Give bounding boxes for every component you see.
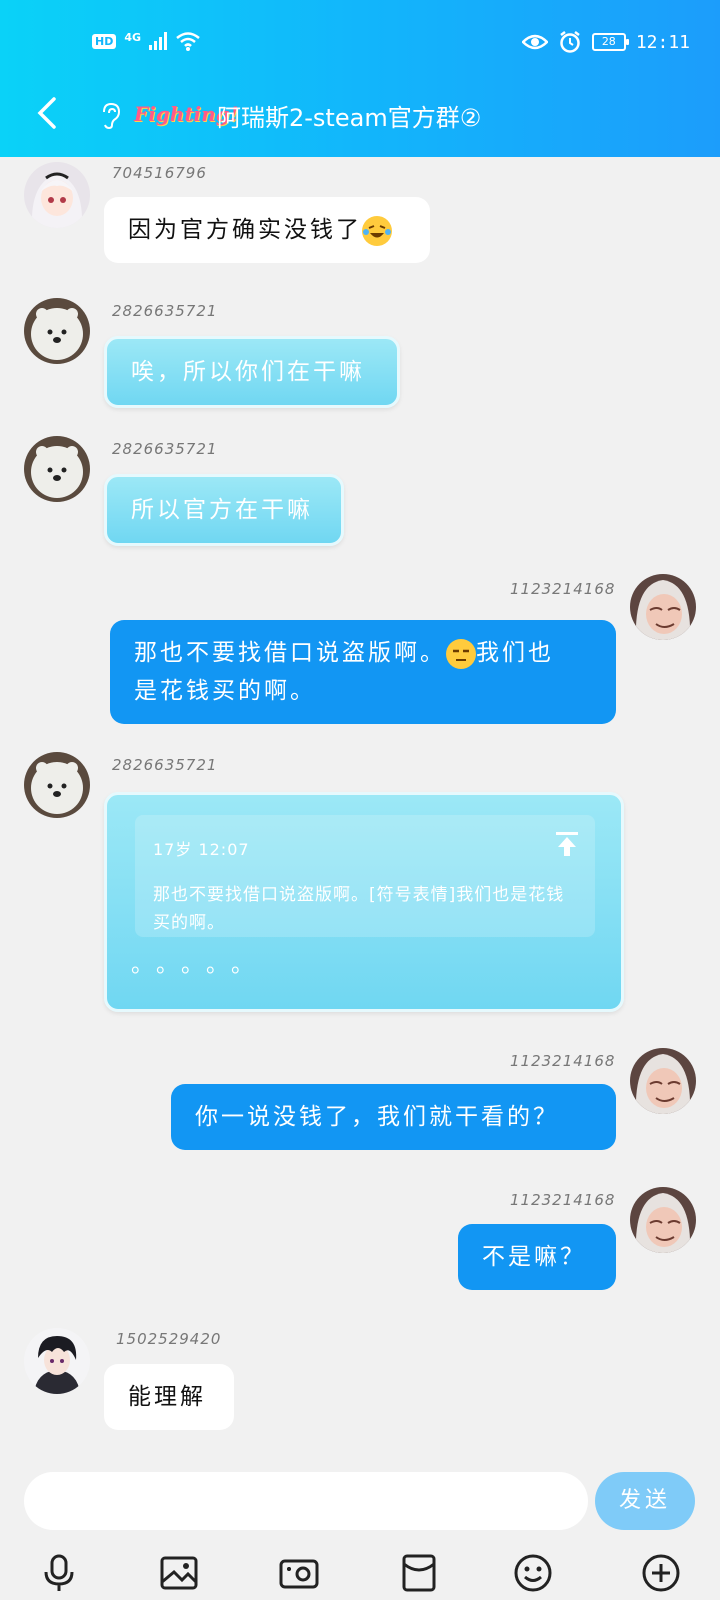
microphone-icon bbox=[44, 1554, 74, 1591]
eye-icon bbox=[521, 34, 548, 50]
header-bar: HD 4G 28 12:11 Fighting! 阿瑞斯2-steam官方群② bbox=[0, 0, 720, 157]
sender-id: 704516796 bbox=[112, 164, 207, 182]
hooded-figure-avatar-icon bbox=[630, 574, 696, 640]
sender-id: 1123214168 bbox=[510, 1052, 616, 1070]
message-text: 。。。。。 bbox=[131, 953, 268, 978]
avatar[interactable] bbox=[630, 1048, 696, 1114]
message-text: 能理解 bbox=[128, 1384, 206, 1410]
sender-id: 2826635721 bbox=[112, 756, 218, 774]
avatar[interactable] bbox=[24, 752, 90, 818]
message-text: 所以官方在干嘛 bbox=[131, 497, 313, 523]
message-text: 我们也 bbox=[476, 640, 554, 666]
jump-to-message-icon[interactable] bbox=[555, 831, 579, 857]
anime-girl-avatar-icon bbox=[24, 162, 90, 228]
image-icon bbox=[160, 1556, 198, 1590]
network-type: 4G bbox=[124, 30, 142, 44]
back-button[interactable] bbox=[32, 96, 62, 136]
emoji-button[interactable] bbox=[512, 1552, 554, 1594]
camera-button[interactable] bbox=[278, 1552, 320, 1594]
red-packet-button[interactable] bbox=[398, 1552, 440, 1594]
polar-bear-avatar-icon bbox=[24, 298, 90, 364]
toolbar bbox=[0, 1552, 720, 1594]
quote-text: 那也不要找借口说盗版啊。[符号表情]我们也是花钱买的啊。 bbox=[153, 885, 565, 933]
microphone-button[interactable] bbox=[38, 1552, 80, 1594]
reply-bubble[interactable]: 17岁 12:07 那也不要找借口说盗版啊。[符号表情]我们也是花钱买的啊。 。… bbox=[104, 792, 624, 1012]
message-text: 不是嘛？ bbox=[482, 1244, 586, 1270]
laughing-crying-emoji-icon bbox=[362, 215, 392, 246]
message-bubble[interactable]: 你一说没钱了，我们就干看的？ bbox=[171, 1084, 616, 1150]
dark-hair-boy-avatar-icon bbox=[24, 1328, 90, 1394]
battery-icon: 28 bbox=[591, 33, 629, 51]
avatar[interactable] bbox=[24, 162, 90, 228]
plus-icon bbox=[642, 1554, 680, 1592]
unamused-emoji-icon bbox=[446, 638, 476, 669]
page-title[interactable]: 阿瑞斯2-steam官方群② bbox=[217, 98, 481, 133]
emoji-icon bbox=[514, 1554, 552, 1592]
status-time: 12:11 bbox=[635, 31, 690, 53]
signal-icon bbox=[149, 32, 168, 50]
polar-bear-avatar-icon bbox=[24, 752, 90, 818]
sender-id: 1123214168 bbox=[510, 580, 616, 598]
plus-button[interactable] bbox=[640, 1552, 682, 1594]
sender-id: 1123214168 bbox=[510, 1191, 616, 1209]
sender-id: 2826635721 bbox=[112, 302, 218, 320]
camera-icon bbox=[279, 1559, 319, 1589]
wifi-icon bbox=[176, 32, 200, 51]
message-bubble[interactable]: 唉，所以你们在干嘛 bbox=[104, 336, 400, 408]
message-text: 你一说没钱了，我们就干看的？ bbox=[195, 1104, 559, 1130]
send-button[interactable]: 发送 bbox=[595, 1472, 695, 1530]
message-bubble[interactable]: 那也不要找借口说盗版啊。 我们也 是花钱买的啊。 bbox=[110, 620, 616, 724]
avatar[interactable] bbox=[630, 574, 696, 640]
message-text: 因为官方确实没钱了 bbox=[128, 217, 362, 243]
avatar[interactable] bbox=[630, 1187, 696, 1253]
status-bar: HD 4G 28 12:11 bbox=[0, 30, 720, 58]
red-packet-icon bbox=[402, 1554, 436, 1592]
ear-icon[interactable] bbox=[100, 102, 122, 130]
quoted-message[interactable]: 17岁 12:07 那也不要找借口说盗版啊。[符号表情]我们也是花钱买的啊。 bbox=[135, 815, 595, 937]
polar-bear-avatar-icon bbox=[24, 436, 90, 502]
input-bar: 发送 bbox=[0, 1458, 720, 1600]
back-arrow-icon bbox=[37, 97, 56, 129]
avatar[interactable] bbox=[24, 1328, 90, 1394]
message-bubble[interactable]: 不是嘛？ bbox=[458, 1224, 616, 1290]
message-input[interactable] bbox=[24, 1472, 588, 1530]
quote-meta: 17岁 12:07 bbox=[153, 840, 250, 859]
message-bubble[interactable]: 因为官方确实没钱了 bbox=[104, 197, 430, 263]
alarm-icon bbox=[560, 31, 580, 53]
sender-id: 1502529420 bbox=[116, 1330, 222, 1348]
hd-icon: HD bbox=[92, 33, 117, 49]
message-bubble[interactable]: 所以官方在干嘛 bbox=[104, 474, 344, 546]
image-button[interactable] bbox=[158, 1552, 200, 1594]
message-bubble[interactable]: 能理解 bbox=[104, 1364, 234, 1430]
avatar[interactable] bbox=[24, 298, 90, 364]
hooded-figure-avatar-icon bbox=[630, 1187, 696, 1253]
avatar[interactable] bbox=[24, 436, 90, 502]
sender-id: 2826635721 bbox=[112, 440, 218, 458]
message-text: 是花钱买的啊。 bbox=[134, 678, 316, 704]
hooded-figure-avatar-icon bbox=[630, 1048, 696, 1114]
title-bar: Fighting! 阿瑞斯2-steam官方群② bbox=[0, 96, 720, 136]
message-text: 那也不要找借口说盗版啊。 bbox=[134, 640, 446, 666]
message-text: 唉，所以你们在干嘛 bbox=[131, 359, 365, 385]
